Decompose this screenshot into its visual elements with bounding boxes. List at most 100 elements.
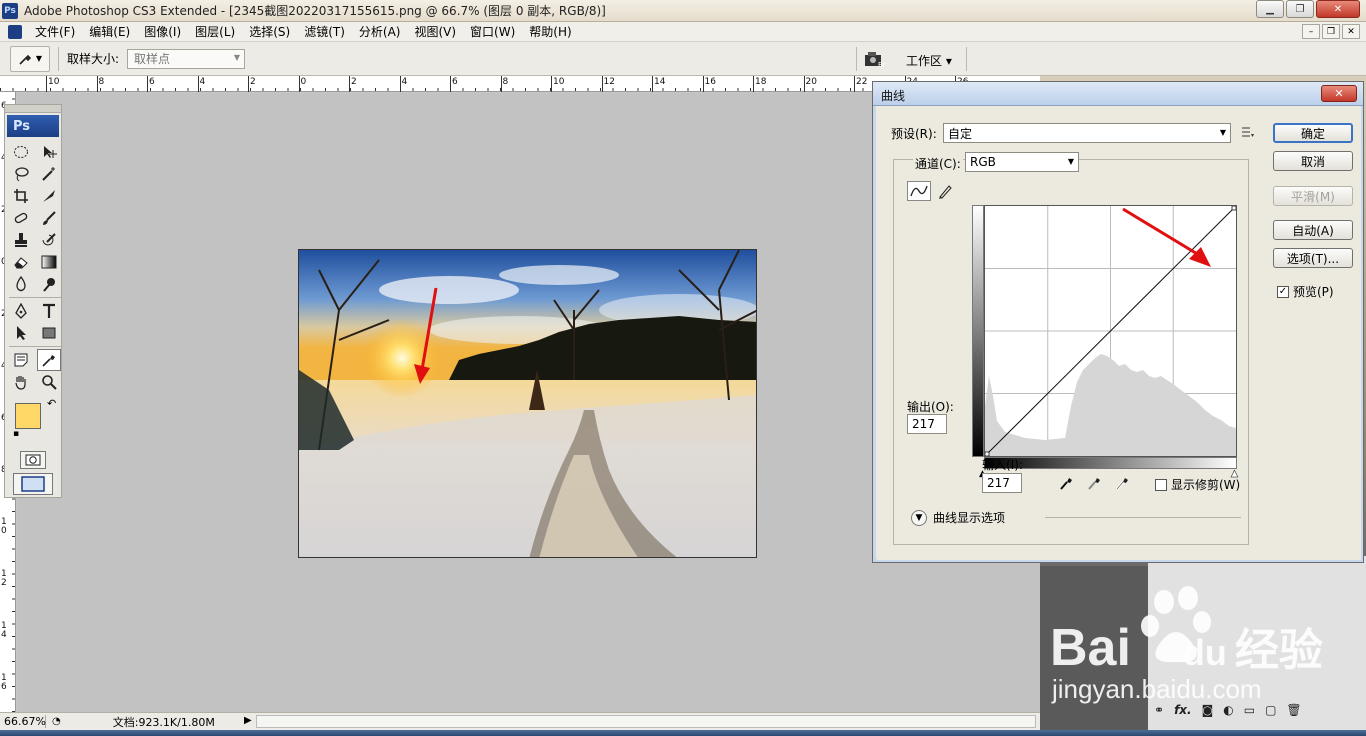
document-image[interactable] — [298, 249, 757, 558]
input-label: 输入(I): — [982, 458, 1023, 472]
auto-button[interactable]: 自动(A) — [1273, 220, 1353, 240]
hand-tool[interactable] — [9, 371, 33, 393]
shape-tool[interactable] — [37, 322, 61, 344]
magic-wand-tool[interactable] — [37, 163, 61, 185]
tool-preset-picker[interactable]: ▼ — [10, 45, 50, 72]
white-point-eyedropper[interactable] — [1113, 473, 1131, 493]
input-value-field[interactable]: 217 — [982, 473, 1022, 493]
menu-select[interactable]: 选择(S) — [242, 23, 297, 40]
sample-size-select[interactable]: 取样点 ▼ — [127, 48, 246, 69]
eraser-tool[interactable] — [9, 251, 33, 273]
horizontal-scrollbar[interactable] — [256, 715, 1036, 728]
ps-badge[interactable]: Ps — [7, 115, 59, 137]
swap-colors-icon[interactable]: ↶ — [47, 397, 56, 410]
status-arrow-icon[interactable]: ▶ — [244, 715, 252, 726]
show-clipping-option[interactable]: 显示修剪(W) — [1155, 476, 1240, 493]
add-mask-icon[interactable]: ◙ — [1202, 703, 1214, 717]
svg-text:Br: Br — [878, 61, 886, 68]
edit-points-tool[interactable] — [907, 181, 931, 201]
black-point-eyedropper[interactable] — [1057, 473, 1075, 493]
ruler-major-tick — [601, 76, 603, 92]
status-menu-icon[interactable]: ◔ — [52, 716, 61, 727]
menu-filter[interactable]: 滤镜(T) — [297, 23, 352, 40]
gray-point-eyedropper[interactable] — [1085, 473, 1103, 493]
annotation-arrow — [414, 287, 438, 384]
quick-mask-button[interactable] — [20, 451, 46, 469]
adjustment-layer-icon[interactable]: ◐ — [1223, 703, 1233, 717]
menu-view[interactable]: 视图(V) — [407, 23, 463, 40]
draw-curve-tool[interactable] — [935, 181, 955, 201]
notes-tool[interactable] — [9, 349, 33, 371]
link-layers-icon[interactable]: ⚭ — [1154, 703, 1164, 717]
document-menu-icon[interactable] — [8, 24, 22, 39]
pen-tool[interactable] — [9, 300, 33, 322]
move-tool[interactable] — [37, 141, 61, 163]
doc-close-button[interactable]: ✕ — [1342, 24, 1360, 39]
path-selection-tool[interactable] — [9, 322, 33, 344]
title-bar: Ps Adobe Photoshop CS3 Extended - [2345截… — [0, 0, 1366, 22]
output-label: 输出(O): — [907, 400, 954, 414]
menu-analysis[interactable]: 分析(A) — [352, 23, 408, 40]
menu-edit[interactable]: 编辑(E) — [82, 23, 137, 40]
preview-checkbox[interactable]: ✓ — [1277, 285, 1289, 298]
gradient-tool[interactable] — [37, 251, 61, 273]
ruler-major-tick — [298, 76, 300, 92]
type-tool[interactable] — [37, 300, 61, 322]
preview-option[interactable]: ✓ 预览(P) — [1277, 283, 1334, 300]
ruler-major-tick — [753, 76, 754, 92]
healing-brush-tool[interactable] — [9, 207, 33, 229]
delete-layer-icon[interactable]: 🗑 — [1286, 703, 1301, 717]
menu-file[interactable]: 文件(F) — [28, 23, 82, 40]
close-window-button[interactable]: ✕ — [1316, 0, 1360, 18]
ruler-label: 2 — [351, 77, 357, 87]
chevron-down-icon[interactable]: ▼ — [911, 509, 927, 526]
default-colors-icon[interactable]: ▪ — [13, 429, 19, 439]
lasso-tool[interactable] — [9, 163, 33, 185]
history-brush-tool[interactable] — [37, 229, 61, 251]
curves-dialog-titlebar[interactable]: 曲线 ✕ — [873, 82, 1363, 106]
workspace-menu[interactable]: 工作区 ▾ — [906, 52, 952, 69]
options-bar: ▼ 取样大小: 取样点 ▼ Br 工作区 ▾ — [0, 42, 1366, 76]
options-button[interactable]: 选项(T)... — [1273, 248, 1353, 268]
blur-tool[interactable] — [9, 273, 33, 295]
brush-tool[interactable] — [37, 207, 61, 229]
preset-select[interactable]: 自定 ▼ — [943, 123, 1231, 143]
curves-dialog-close-button[interactable]: ✕ — [1321, 85, 1357, 102]
eyedropper-gray-icon — [1088, 478, 1100, 490]
curve-display-options[interactable]: ▼ 曲线显示选项 — [911, 509, 1005, 526]
crop-tool[interactable] — [9, 185, 33, 207]
ok-button[interactable]: 确定 — [1273, 123, 1353, 143]
new-group-icon[interactable]: ▭ — [1244, 703, 1255, 717]
output-value-field[interactable]: 217 — [907, 414, 947, 434]
cancel-button[interactable]: 取消 — [1273, 151, 1353, 171]
preset-options-icon[interactable] — [1241, 125, 1255, 139]
toolbox-grip[interactable] — [5, 105, 61, 113]
eyedropper-white-icon — [1116, 478, 1128, 490]
clone-stamp-tool[interactable] — [9, 229, 33, 251]
bridge-button[interactable]: Br — [862, 48, 888, 70]
close-icon: ✕ — [1333, 3, 1343, 15]
doc-minimize-button[interactable]: – — [1302, 24, 1320, 39]
channel-select[interactable]: RGB ▼ — [965, 152, 1079, 172]
new-layer-icon[interactable]: ▢ — [1265, 703, 1276, 717]
screen-mode-button[interactable] — [13, 473, 53, 495]
show-clipping-checkbox[interactable] — [1155, 478, 1167, 491]
menu-layer[interactable]: 图层(L) — [188, 23, 242, 40]
doc-restore-button[interactable]: ❐ — [1322, 24, 1340, 39]
foreground-color-swatch[interactable] — [15, 403, 41, 429]
ruler-label: 10 — [48, 77, 60, 87]
slice-tool[interactable] — [37, 185, 61, 207]
zoom-tool[interactable] — [37, 371, 61, 393]
eyedropper-tool[interactable] — [37, 349, 61, 371]
layer-style-button[interactable]: fx. — [1174, 703, 1192, 717]
marquee-tool[interactable] — [9, 141, 33, 163]
maximize-button[interactable]: ❐ — [1286, 0, 1314, 18]
menu-image[interactable]: 图像(I) — [137, 23, 188, 40]
dodge-tool[interactable] — [37, 273, 61, 295]
menu-window[interactable]: 窗口(W) — [463, 23, 522, 40]
zoom-level[interactable]: 66.67% — [0, 715, 46, 728]
quick-mask-icon — [25, 454, 41, 466]
smooth-button[interactable]: 平滑(M) — [1273, 186, 1353, 206]
minimize-button[interactable]: ▁ — [1256, 0, 1284, 18]
menu-help[interactable]: 帮助(H) — [522, 23, 578, 40]
